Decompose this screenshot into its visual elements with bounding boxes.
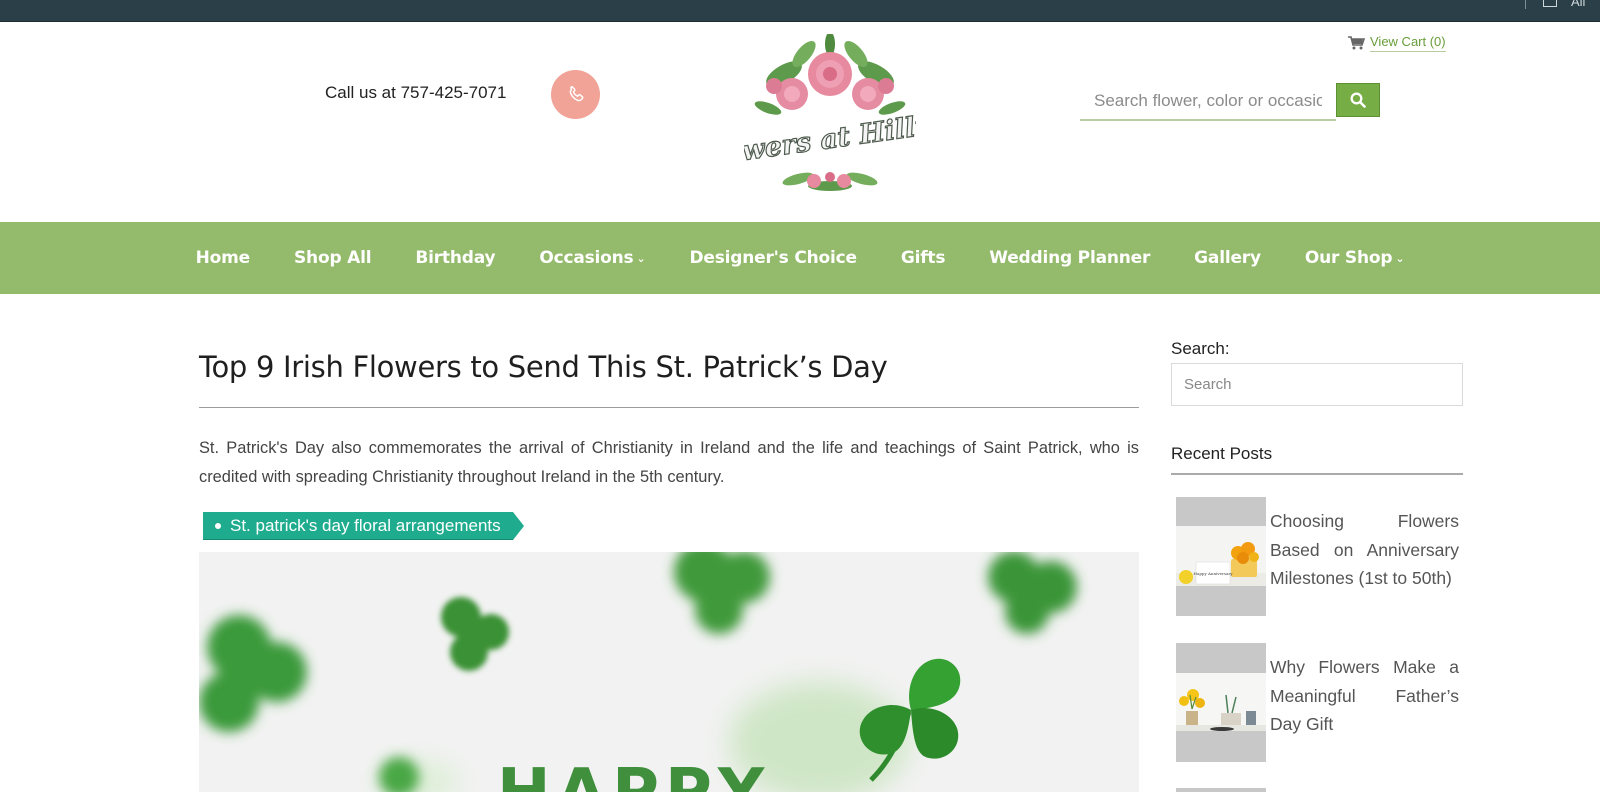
nav-home[interactable]: Home bbox=[174, 248, 272, 268]
site-search-input[interactable] bbox=[1080, 83, 1336, 121]
recent-post-item[interactable]: Why Flowers Make a Meaningful Father’s D… bbox=[1176, 643, 1463, 762]
phone-icon bbox=[569, 85, 583, 101]
recent-post-thumbnail[interactable] bbox=[1176, 788, 1266, 792]
post-tag[interactable]: St. patrick's day floral arrangements bbox=[203, 512, 524, 540]
account-link[interactable]: All bbox=[1571, 0, 1585, 9]
main-nav: Home Shop All Birthday Occasions ⌄ Design… bbox=[0, 222, 1600, 294]
call-us-text: Call us at 757-425-7071 bbox=[325, 83, 507, 102]
nav-occasions-label: Occasions bbox=[539, 248, 634, 268]
recent-post-link[interactable]: Choosing Flowers Based on Anniversary Mi… bbox=[1266, 507, 1459, 616]
blurred-shamrock-top bbox=[674, 552, 770, 634]
blurred-shamrock-small bbox=[441, 597, 509, 671]
site-logo[interactable]: Flowers at Hilltop bbox=[744, 34, 916, 199]
nav-designers-choice-label: Designer's Choice bbox=[689, 248, 858, 268]
chevron-down-icon: ⌄ bbox=[636, 251, 646, 265]
shamrock-illustration: HAPPY bbox=[199, 552, 1077, 792]
account-icon[interactable] bbox=[1543, 0, 1557, 7]
anniversary-flowers-image: Happy Anniversary bbox=[1176, 526, 1266, 586]
nav-birthday-label: Birthday bbox=[415, 248, 496, 268]
top-bar: All bbox=[0, 0, 1600, 22]
nav-home-label: Home bbox=[195, 248, 251, 268]
top-bar-divider bbox=[1525, 0, 1526, 9]
blurred-shamrock-right bbox=[988, 552, 1077, 634]
nav-our-shop-label: Our Shop bbox=[1304, 248, 1393, 268]
nav-wedding-planner-label: Wedding Planner bbox=[989, 248, 1151, 268]
logo-floral-bottom bbox=[782, 172, 878, 191]
nav-designers-choice[interactable]: Designer's Choice bbox=[668, 248, 879, 268]
nav-gallery-label: Gallery bbox=[1194, 248, 1261, 268]
nav-shop-all[interactable]: Shop All bbox=[272, 248, 393, 268]
logo-floral-top bbox=[754, 34, 906, 115]
cart-icon bbox=[1348, 36, 1365, 50]
nav-occasions[interactable]: Occasions ⌄ bbox=[517, 248, 667, 268]
recent-post-link[interactable]: Why Flowers Make a Meaningful Father’s D… bbox=[1266, 653, 1459, 762]
nav-gifts[interactable]: Gifts bbox=[879, 248, 967, 268]
title-divider bbox=[199, 407, 1139, 408]
blurred-shamrock-left bbox=[199, 615, 307, 732]
sidebar-search-label: Search: bbox=[1171, 339, 1230, 358]
site-header: Call us at 757-425-7071 Flowers at Hillt… bbox=[0, 22, 1600, 222]
tag-bullet-icon bbox=[215, 522, 221, 529]
nav-our-shop[interactable]: Our Shop ⌄ bbox=[1283, 248, 1426, 268]
nav-shop-all-label: Shop All bbox=[294, 248, 372, 268]
search-icon bbox=[1350, 92, 1366, 108]
thumbnail-caption: Happy Anniversary bbox=[1194, 571, 1234, 576]
post-tag-label: St. patrick's day floral arrangements bbox=[230, 515, 501, 535]
nav-gallery[interactable]: Gallery bbox=[1172, 248, 1283, 268]
view-cart-label[interactable]: View Cart (0) bbox=[1370, 34, 1446, 52]
nav-birthday[interactable]: Birthday bbox=[393, 248, 517, 268]
nav-gifts-label: Gifts bbox=[900, 248, 946, 268]
sidebar-search-input[interactable] bbox=[1171, 363, 1463, 406]
post-title: Top 9 Irish Flowers to Send This St. Pat… bbox=[199, 350, 888, 384]
logo-text: Flowers at Hilltop bbox=[744, 105, 916, 174]
recent-post-item[interactable]: Happy Anniversary Choosing Flowers Based… bbox=[1176, 497, 1463, 616]
fathers-day-flowers-image bbox=[1176, 673, 1266, 731]
recent-posts-divider bbox=[1171, 473, 1463, 475]
phone-button[interactable] bbox=[551, 70, 600, 119]
hero-text: HAPPY bbox=[497, 756, 770, 792]
site-search-button[interactable] bbox=[1336, 83, 1380, 117]
recent-post-thumbnail[interactable]: Happy Anniversary bbox=[1176, 497, 1266, 616]
recent-post-thumbnail[interactable] bbox=[1176, 643, 1266, 762]
chevron-down-icon: ⌄ bbox=[1395, 251, 1405, 265]
view-cart-link[interactable]: View Cart (0) bbox=[1348, 34, 1446, 52]
recent-posts-heading: Recent Posts bbox=[1171, 444, 1273, 463]
hero-image: HAPPY bbox=[199, 552, 1139, 792]
post-intro: St. Patrick's Day also commemorates the … bbox=[199, 439, 1139, 486]
nav-wedding-planner[interactable]: Wedding Planner bbox=[967, 248, 1172, 268]
